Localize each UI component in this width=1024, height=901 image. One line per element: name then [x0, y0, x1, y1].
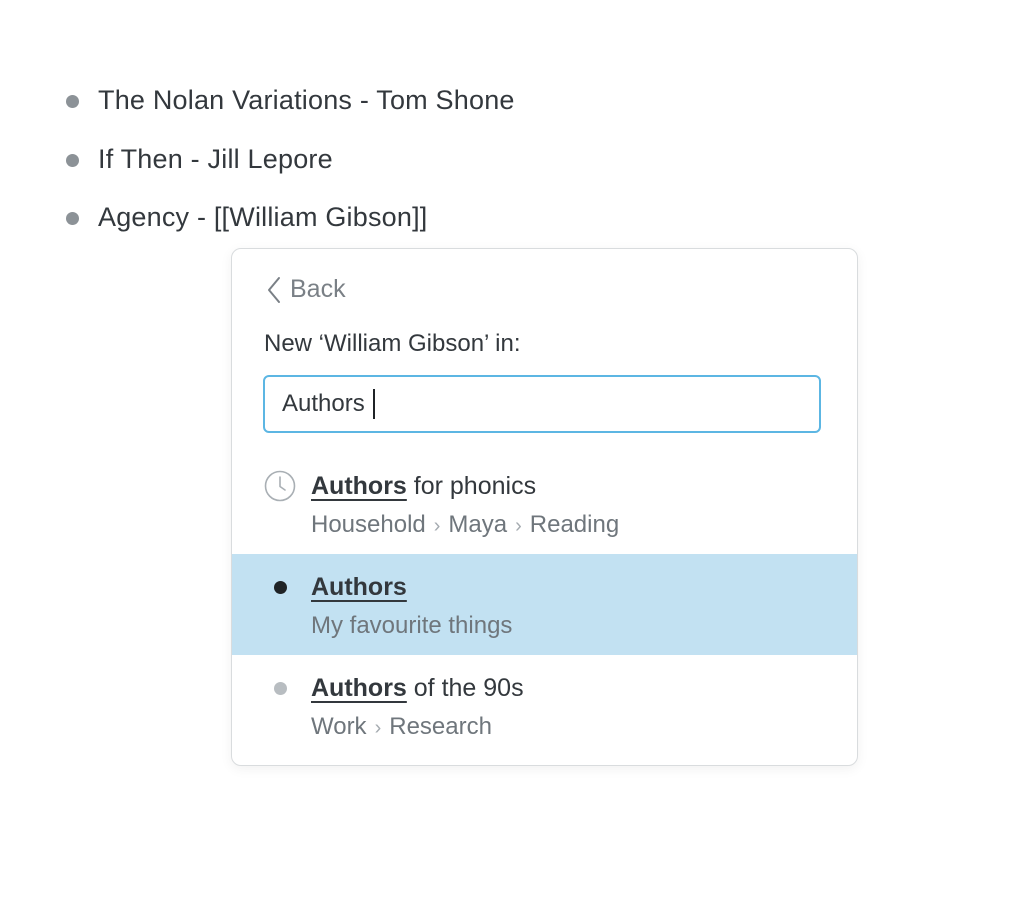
result-path: My favourite things [311, 612, 512, 640]
outline-item-text[interactable]: The Nolan Variations - Tom Shone [98, 85, 515, 116]
bullet-dot-icon [273, 681, 287, 695]
move-to-popup: Back New ‘William Gibson’ in: Authors Au… [231, 248, 858, 766]
outline-item[interactable]: The Nolan Variations - Tom Shone [64, 78, 764, 137]
result-title-rest: for phonics [406, 472, 537, 500]
result-match: Authors [311, 573, 407, 601]
result-title: Authors [311, 573, 407, 602]
chevron-left-icon [266, 276, 282, 304]
text-caret [372, 389, 375, 419]
result-match: Authors [311, 674, 407, 702]
path-segment: Maya [448, 511, 508, 538]
path-segment: Reading [529, 511, 620, 538]
path-separator: › [374, 717, 382, 739]
result-title: Authors for phonics [311, 472, 536, 501]
result-match: Authors [311, 472, 407, 500]
result-item[interactable]: Authors for phonics Household › Maya › Readi… [232, 453, 857, 554]
result-item[interactable]: Authors of the 90s Work › Research [232, 655, 857, 756]
outline-item[interactable]: If Then - Jill Lepore [64, 137, 764, 196]
bullet-dot-icon [273, 580, 287, 594]
back-button[interactable]: Back [266, 275, 346, 304]
bullet-dot-icon [264, 571, 296, 603]
outline-item-text[interactable]: Agency - [[William Gibson]] [98, 202, 428, 233]
back-label: Back [290, 275, 346, 303]
path-segment: Work [311, 713, 367, 740]
path-segment: My favourite things [311, 612, 513, 639]
search-input[interactable]: Authors [263, 375, 821, 433]
result-path: Work › Research [311, 713, 492, 741]
result-title-rest: of the 90s [406, 674, 524, 702]
clock-icon [264, 470, 296, 502]
result-item-selected[interactable]: Authors My favourite things [232, 554, 857, 655]
result-path: Household › Maya › Reading [311, 511, 619, 539]
outline-list: The Nolan Variations - Tom Shone If Then… [64, 78, 764, 254]
search-input-value[interactable]: Authors [282, 390, 365, 418]
path-separator: › [515, 515, 522, 537]
path-segment: Research [389, 713, 492, 740]
bullet-dot-icon[interactable] [66, 212, 79, 225]
result-title: Authors of the 90s [311, 674, 524, 703]
path-segment: Household [311, 511, 426, 538]
outline-item-text[interactable]: If Then - Jill Lepore [98, 144, 333, 175]
bullet-dot-icon [264, 672, 296, 704]
outline-item[interactable]: Agency - [[William Gibson]] [64, 195, 764, 254]
popup-prompt: New ‘William Gibson’ in: [264, 330, 521, 357]
path-separator: › [433, 515, 441, 537]
bullet-dot-icon[interactable] [66, 153, 79, 167]
bullet-dot-icon[interactable] [66, 95, 79, 108]
